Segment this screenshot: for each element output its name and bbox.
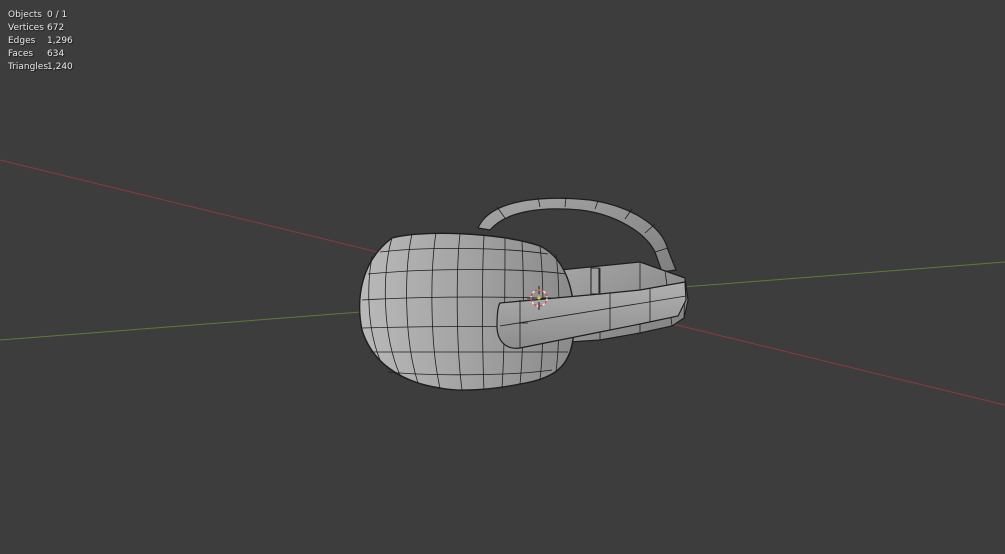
headset-mesh[interactable] [358, 196, 689, 391]
stat-value: 0 / 1 [47, 10, 68, 20]
3d-viewport[interactable]: Objects 0 / 1 Vertices 672 Edges 1,296 F… [0, 0, 1005, 554]
stat-row-vertices: Vertices 672 [8, 22, 73, 35]
stat-value: 1,240 [47, 62, 73, 72]
stat-label: Faces [8, 49, 34, 59]
stat-label: Triangles [8, 62, 49, 72]
stat-row-edges: Edges 1,296 [8, 35, 73, 48]
stat-row-faces: Faces 634 [8, 48, 73, 61]
scene-statistics: Objects 0 / 1 Vertices 672 Edges 1,296 F… [8, 9, 73, 74]
stat-label: Objects [8, 10, 43, 20]
stat-label: Edges [8, 36, 36, 46]
stat-label: Vertices [8, 23, 44, 33]
stat-value: 1,296 [47, 36, 73, 46]
stat-row-triangles: Triangles 1,240 [8, 61, 73, 74]
stat-row-objects: Objects 0 / 1 [8, 9, 73, 22]
strap-post [590, 267, 600, 295]
stat-value: 672 [47, 23, 65, 33]
viewport-scene[interactable] [0, 0, 1005, 554]
stat-value: 634 [47, 49, 65, 59]
